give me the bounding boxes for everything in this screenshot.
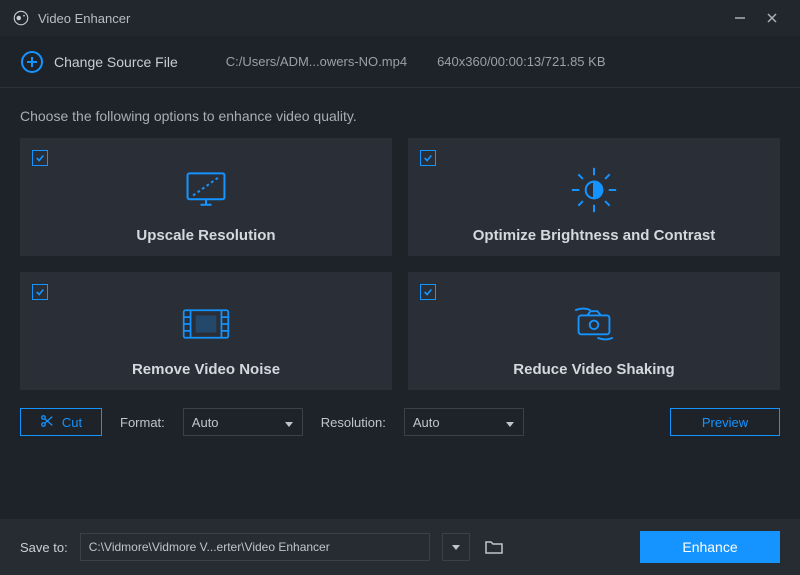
format-value: Auto bbox=[192, 415, 219, 430]
resolution-select[interactable]: Auto bbox=[404, 408, 524, 436]
film-noise-icon bbox=[182, 301, 230, 347]
app-logo-icon bbox=[12, 9, 30, 27]
title-bar: Video Enhancer bbox=[0, 0, 800, 36]
save-to-label: Save to: bbox=[20, 540, 68, 555]
instruction-text: Choose the following options to enhance … bbox=[0, 88, 800, 138]
footer-bar: Save to: C:\Vidmore\Vidmore V...erter\Vi… bbox=[0, 519, 800, 575]
preview-button[interactable]: Preview bbox=[670, 408, 780, 436]
option-label: Optimize Brightness and Contrast bbox=[473, 227, 716, 244]
preview-label: Preview bbox=[702, 415, 748, 430]
brightness-icon bbox=[570, 167, 618, 213]
option-label: Reduce Video Shaking bbox=[513, 361, 674, 378]
enhance-button[interactable]: Enhance bbox=[640, 531, 780, 563]
resolution-value: Auto bbox=[413, 415, 440, 430]
format-label: Format: bbox=[120, 415, 165, 430]
save-path-input[interactable]: C:\Vidmore\Vidmore V...erter\Video Enhan… bbox=[80, 533, 430, 561]
source-file-path: C:/Users/ADM...owers-NO.mp4 bbox=[226, 54, 407, 69]
options-grid: Upscale Resolution Optimize Brightness a… bbox=[0, 138, 800, 390]
option-label: Upscale Resolution bbox=[136, 227, 275, 244]
option-reduce-shaking[interactable]: Reduce Video Shaking bbox=[408, 272, 780, 390]
change-source-button[interactable]: Change Source File bbox=[54, 54, 178, 70]
camera-shake-icon bbox=[570, 301, 618, 347]
option-optimize-brightness[interactable]: Optimize Brightness and Contrast bbox=[408, 138, 780, 256]
save-path-value: C:\Vidmore\Vidmore V...erter\Video Enhan… bbox=[89, 540, 330, 554]
source-file-row: Change Source File C:/Users/ADM...owers-… bbox=[0, 36, 800, 88]
resolution-label: Resolution: bbox=[321, 415, 386, 430]
checkbox-icon[interactable] bbox=[420, 150, 436, 166]
app-title: Video Enhancer bbox=[38, 11, 130, 26]
controls-row: Cut Format: Auto Resolution: Auto Previe… bbox=[0, 390, 800, 436]
option-upscale-resolution[interactable]: Upscale Resolution bbox=[20, 138, 392, 256]
option-remove-noise[interactable]: Remove Video Noise bbox=[20, 272, 392, 390]
enhance-label: Enhance bbox=[682, 539, 737, 555]
chevron-down-icon bbox=[505, 417, 515, 427]
source-file-meta: 640x360/00:00:13/721.85 KB bbox=[437, 54, 605, 69]
cut-button[interactable]: Cut bbox=[20, 408, 102, 436]
checkbox-icon[interactable] bbox=[420, 284, 436, 300]
add-source-icon[interactable] bbox=[20, 50, 44, 74]
option-label: Remove Video Noise bbox=[132, 361, 280, 378]
chevron-down-icon bbox=[284, 417, 294, 427]
save-path-dropdown[interactable] bbox=[442, 533, 470, 561]
scissors-icon bbox=[40, 414, 54, 431]
monitor-upscale-icon bbox=[182, 167, 230, 213]
browse-folder-button[interactable] bbox=[482, 535, 506, 559]
format-select[interactable]: Auto bbox=[183, 408, 303, 436]
checkbox-icon[interactable] bbox=[32, 284, 48, 300]
checkbox-icon[interactable] bbox=[32, 150, 48, 166]
minimize-button[interactable] bbox=[724, 2, 756, 34]
close-button[interactable] bbox=[756, 2, 788, 34]
cut-label: Cut bbox=[62, 415, 82, 430]
